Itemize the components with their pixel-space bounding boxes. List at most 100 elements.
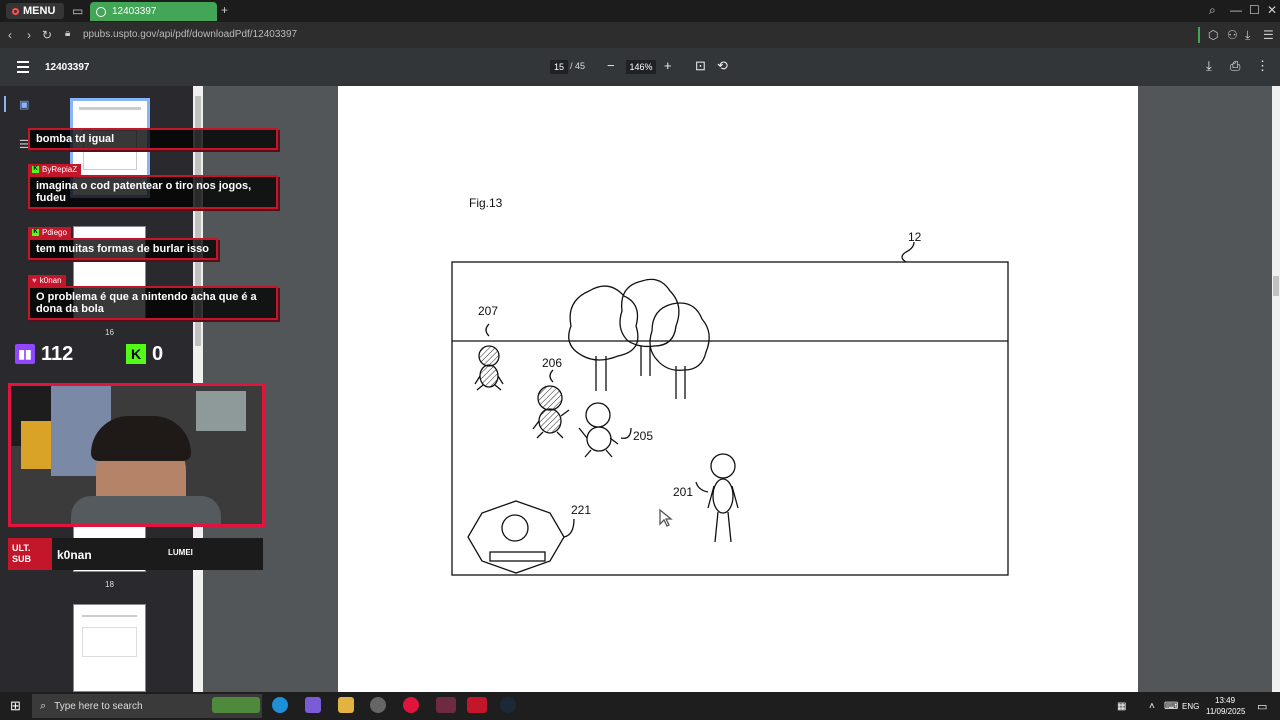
tab-title: 12403397 (112, 6, 157, 17)
twitch-viewer-counter: ▮▮ 112 (15, 340, 73, 368)
voicemeeter-icon[interactable] (467, 697, 487, 713)
zoom-in-icon[interactable]: + (664, 58, 672, 73)
browser-tab-strip: MENU ▭ 12403397 + ⌕ — ☐ ✕ (0, 0, 1280, 22)
notifications-icon[interactable]: ▭ (1257, 700, 1267, 713)
webcam-feed (8, 383, 265, 527)
search-icon: ⌕ (40, 699, 47, 712)
opera-icon (12, 7, 19, 15)
globe-icon (96, 6, 106, 17)
forward-icon[interactable]: › (27, 28, 31, 42)
fit-page-icon[interactable]: ⊡ (695, 58, 706, 74)
page-number-input[interactable]: 15 (550, 60, 568, 74)
streamer-name: k0nan (57, 548, 92, 562)
thumbnail-label-16: 16 (105, 328, 114, 337)
windows-start-icon[interactable]: ⊞ (10, 698, 21, 714)
minimize-icon[interactable]: — (1230, 3, 1242, 17)
character-205 (578, 402, 632, 458)
tray-app-icon[interactable]: ▦ (1117, 701, 1126, 712)
label-205: 205 (633, 429, 654, 443)
new-tab-button[interactable]: + (221, 3, 228, 17)
thumbnails-icon[interactable]: ▣ (19, 98, 29, 111)
heart-badge-icon: ♥ (32, 276, 37, 285)
language-indicator[interactable]: ENG (1182, 702, 1199, 711)
copilot-icon[interactable] (305, 697, 321, 713)
patent-figure-13 (451, 241, 1009, 576)
page-total: / 45 (570, 61, 586, 71)
extension-divider (1198, 27, 1200, 43)
chat-text: bomba td igual (36, 133, 115, 145)
kick-icon: K (126, 344, 146, 364)
pdf-page-15: Fig.13 12 207 206 205 221 201 (338, 86, 1138, 692)
sub-badge: ULT. SUB (8, 538, 52, 570)
zoom-input[interactable]: 146% (626, 60, 656, 74)
reload-icon[interactable]: ↻ (42, 28, 52, 42)
maximize-icon[interactable]: ☐ (1249, 3, 1260, 17)
back-icon[interactable]: ‹ (8, 28, 12, 42)
label-206: 206 (542, 356, 563, 370)
url-field[interactable]: ppubs.uspto.gov/api/pdf/downloadPdf/1240… (83, 29, 297, 40)
main-scrollbar-thumb[interactable] (1273, 276, 1279, 296)
easy-setup-icon[interactable]: ☰ (1263, 28, 1274, 42)
opera-menu-button[interactable]: MENU (6, 3, 64, 19)
clock-time[interactable]: 13:49 (1215, 696, 1235, 705)
address-bar: ‹ › ↻ 🔒︎ ppubs.uspto.gov/api/pdf/downloa… (0, 22, 1280, 48)
opera-gx-icon[interactable] (436, 697, 456, 713)
character-221 (467, 500, 575, 574)
profile-icon[interactable]: ⚇ (1227, 28, 1238, 42)
character-206 (532, 369, 570, 439)
search-placeholder: Type here to search (54, 700, 143, 712)
trees (568, 278, 710, 399)
download-icon[interactable]: ⤓ (1206, 58, 1212, 74)
network-icon[interactable]: ⌨ (1164, 701, 1178, 712)
chat-text: tem muitas formas de burlar isso (36, 243, 209, 255)
pdf-toolbar: 12403397 15 / 45 − 146% + ⊡ ⟲ ⤓ ⎙ ⋮ (0, 48, 1280, 86)
downloads-icon[interactable]: ⤓ (1245, 28, 1250, 43)
tab-active[interactable]: 12403397 (90, 2, 217, 21)
chat-message: O problema é que a nintendo acha que é a… (28, 286, 278, 320)
chat-message: bomba td igual (28, 128, 278, 150)
document-title: 12403397 (45, 62, 90, 73)
chat-username: K Pdiego (28, 227, 71, 238)
character-207 (474, 323, 504, 391)
zoom-out-icon[interactable]: − (607, 58, 615, 73)
obs-icon[interactable] (370, 697, 386, 713)
extensions-icon[interactable]: ⬡ (1208, 28, 1218, 42)
label-201: 201 (673, 485, 694, 499)
windows-taskbar: ⊞ ⌕ Type here to search ▦ ˄ ⌨ ENG 13:49 … (0, 692, 1280, 720)
clock-date[interactable]: 11/09/2025 (1206, 707, 1245, 716)
more-options-icon[interactable]: ⋮ (1256, 58, 1269, 74)
twitch-icon: ▮▮ (15, 344, 35, 364)
tray-chevron-icon[interactable]: ˄ (1149, 701, 1155, 712)
search-icon[interactable]: ⌕ (1209, 3, 1216, 18)
main-scrollbar[interactable] (1272, 86, 1280, 692)
sponsor-logo: LUMEI (168, 548, 193, 557)
chat-message: imagina o cod patentear o tiro nos jogos… (28, 175, 278, 209)
chat-text: O problema é que a nintendo acha que é a… (36, 291, 257, 315)
streamer-nameplate: ULT. SUB k0nan LUMEI (8, 538, 263, 570)
close-icon[interactable]: ✕ (1267, 3, 1277, 17)
edge-icon[interactable] (272, 697, 288, 713)
file-explorer-icon[interactable] (338, 697, 354, 713)
label-12-leader (901, 241, 915, 263)
widgets-icon[interactable] (212, 697, 260, 713)
label-12: 12 (908, 230, 922, 244)
thumbnail-page-18[interactable] (73, 604, 146, 692)
mouse-cursor (659, 508, 673, 527)
rotate-icon[interactable]: ⟲ (717, 58, 728, 74)
label-221: 221 (571, 503, 592, 517)
chat-username: ♥ k0nan (28, 275, 66, 286)
thumbnail-label-18: 18 (105, 580, 114, 589)
lock-icon: 🔒︎ (65, 28, 71, 39)
sidebar-toggle-icon[interactable] (17, 61, 29, 76)
pdf-page-area: Fig.13 12 207 206 205 221 201 (203, 86, 1280, 692)
print-icon[interactable]: ⎙ (1230, 58, 1240, 74)
chat-username: K ByRepiaZ (28, 164, 82, 175)
figure-title: Fig.13 (469, 196, 503, 210)
steam-icon[interactable] (500, 697, 516, 713)
character-201 (695, 453, 739, 543)
kick-badge-icon: K (32, 229, 39, 236)
kick-viewer-counter: K 0 (126, 340, 163, 368)
tab-manager-icon[interactable]: ▭ (72, 4, 83, 18)
opera-taskbar-icon[interactable] (403, 697, 419, 713)
menu-label: MENU (23, 5, 56, 17)
